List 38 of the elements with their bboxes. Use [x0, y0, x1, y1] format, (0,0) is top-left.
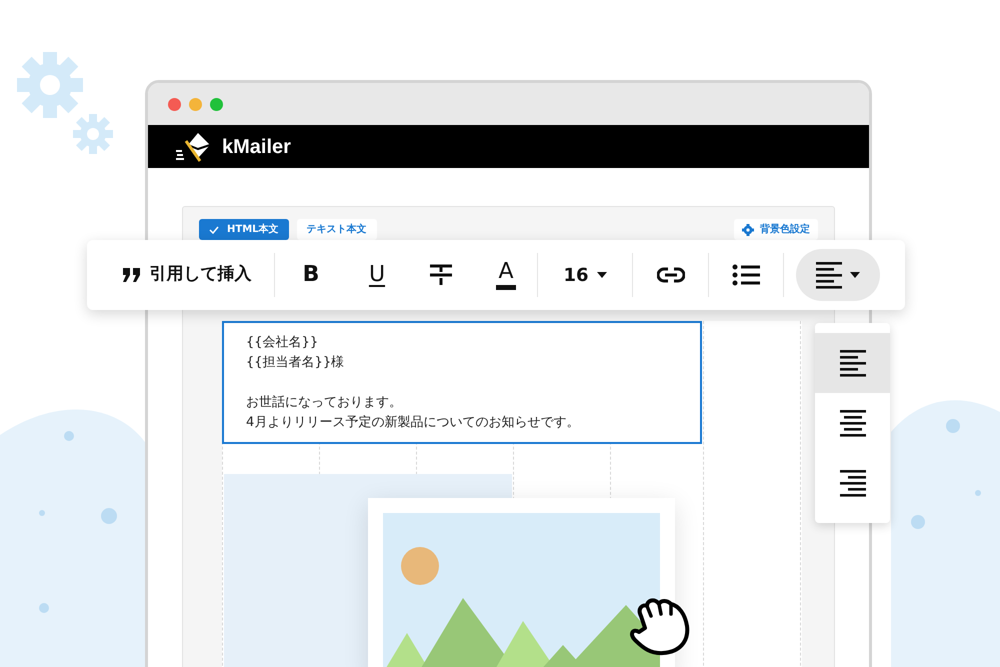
app-name: kMailer [222, 134, 291, 160]
bold-button[interactable]: B [275, 251, 347, 299]
dot-icon [975, 490, 981, 496]
tab[interactable]: テキスト本文 [296, 219, 377, 240]
check-icon [209, 226, 219, 234]
dot-icon [64, 431, 74, 441]
tab[interactable]: HTML本文 [199, 219, 289, 240]
align-right-icon [840, 470, 866, 496]
close-dot[interactable] [168, 98, 181, 110]
quote-icon [122, 268, 142, 282]
dot-icon [39, 603, 49, 613]
strikethrough-icon [428, 263, 454, 287]
align-left-icon [840, 350, 866, 376]
logo-icon [176, 130, 212, 162]
text-color-button[interactable]: A [475, 251, 537, 299]
quote-insert-button[interactable]: 引用して挿入 [99, 251, 274, 299]
link-icon [656, 267, 684, 283]
background-color-button[interactable]: 背景色設定 [734, 219, 818, 240]
zoom-dot[interactable] [210, 98, 223, 110]
dot-icon [946, 419, 960, 433]
align-center-icon [840, 410, 866, 436]
align-option[interactable] [815, 333, 890, 393]
caret-icon [596, 272, 607, 278]
align-option[interactable] [815, 393, 890, 453]
minimize-dot[interactable] [189, 98, 202, 110]
text-paragraph: お世話になっております。 4月よりリリース予定の新製品についてのお知らせです。 [246, 394, 580, 432]
align-left-icon [816, 262, 842, 288]
bullet-list-icon [732, 264, 760, 286]
dot-icon [101, 508, 117, 524]
caret-icon [850, 272, 860, 278]
dot-icon [911, 515, 925, 529]
dot-icon [39, 510, 45, 516]
text-paragraph: {{会社名}} {{担当者名}}様 [246, 334, 346, 372]
text-block[interactable]: {{会社名}} {{担当者名}}様 お世話になっております。 4月よりリリース予定の新製品についてのお知らせです。 [222, 321, 702, 444]
font-size-dropdown[interactable]: 16 [538, 251, 632, 299]
gear-icon [742, 224, 754, 236]
alignment-dropdown[interactable] [796, 249, 880, 301]
underline-button[interactable]: U [347, 251, 407, 299]
